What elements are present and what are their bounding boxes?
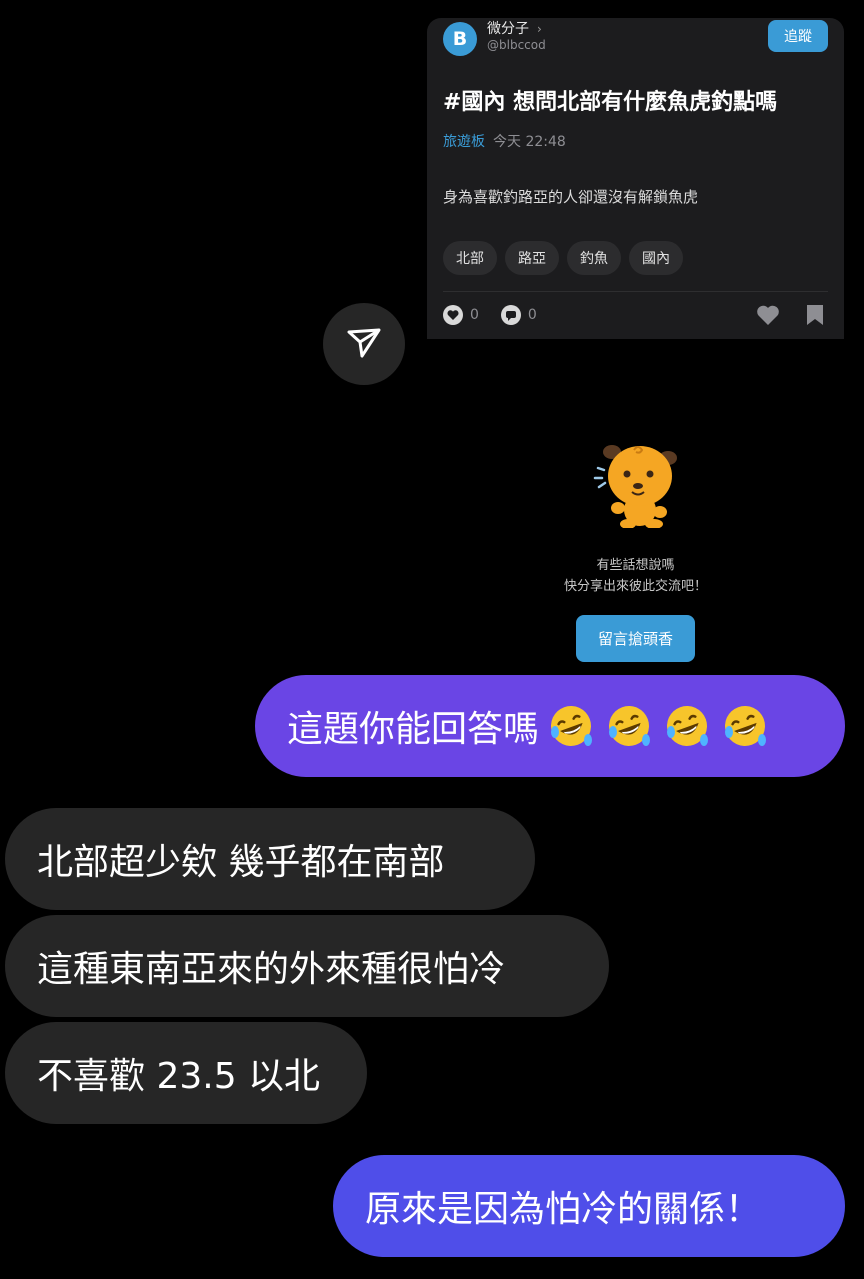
like-count: 0 xyxy=(470,307,479,323)
empty-comments: 有些話想說嗎 快分享出來彼此交流吧！ 留言搶頭香 xyxy=(427,400,844,670)
dog-mascot-icon xyxy=(593,445,677,528)
tag-list: 北部 路亞 釣魚 國內 xyxy=(443,241,683,275)
comment-circle-icon xyxy=(500,305,521,325)
first-comment-button[interactable]: 留言搶頭香 xyxy=(576,615,695,662)
like-stat: 0 xyxy=(443,305,479,325)
comment-count: 0 xyxy=(527,307,537,323)
board-link[interactable]: 旅遊板 xyxy=(443,134,485,150)
laughing-emoji-icon xyxy=(725,706,767,746)
author-avatar[interactable]: B xyxy=(443,22,477,56)
chevron-right-icon: › xyxy=(537,22,542,36)
tag-chip[interactable]: 釣魚 xyxy=(567,241,621,275)
post-actions xyxy=(756,304,824,330)
author-handle: @blbccod xyxy=(487,38,546,52)
laughing-emoji-icon xyxy=(551,706,593,746)
comment-stat: 0 xyxy=(500,305,537,325)
post-meta: 旅遊板 今天 22:48 xyxy=(443,131,566,151)
tag-chip[interactable]: 路亞 xyxy=(505,241,559,275)
heart-circle-icon xyxy=(443,305,463,325)
message-bubble-received[interactable]: 這種東南亞來的外來種很怕冷 xyxy=(5,915,609,1017)
message-text: 原來是因為怕冷的關係！ xyxy=(365,1189,762,1230)
post-title[interactable]: #國內 想問北部有什麼魚虎釣點嗎 xyxy=(443,84,777,116)
laughing-emoji-icon xyxy=(667,706,709,746)
bookmark-icon[interactable] xyxy=(806,304,824,330)
send-icon xyxy=(344,322,384,366)
empty-prompt-line2: 快分享出來彼此交流吧！ xyxy=(563,579,707,594)
heart-icon[interactable] xyxy=(756,304,780,330)
laughing-emoji-icon xyxy=(609,706,651,746)
message-text: 這種東南亞來的外來種很怕冷 xyxy=(37,949,506,990)
author-name-text: 微分子 xyxy=(487,21,529,37)
follow-button[interactable]: 追蹤 xyxy=(768,20,828,52)
message-text: 北部超少欸 幾乎都在南部 xyxy=(37,842,445,883)
tag-chip[interactable]: 北部 xyxy=(443,241,497,275)
post-body: 身為喜歡釣路亞的人卻還沒有解鎖魚虎 xyxy=(443,188,699,206)
message-bubble-sent[interactable]: 這題你能回答嗎 xyxy=(255,675,845,777)
message-bubble-received[interactable]: 北部超少欸 幾乎都在南部 xyxy=(5,808,535,910)
post-time: 今天 22:48 xyxy=(493,134,566,150)
emoji-group xyxy=(547,702,769,750)
post-stats: 0 0 xyxy=(443,305,559,325)
message-bubble-received[interactable]: 不喜歡 23.5 以北 xyxy=(5,1022,367,1124)
message-text: 不喜歡 23.5 以北 xyxy=(37,1056,321,1097)
message-text: 這題你能回答嗎 xyxy=(287,709,540,750)
share-button[interactable] xyxy=(323,303,405,385)
message-bubble-sent[interactable]: 原來是因為怕冷的關係！ xyxy=(333,1155,845,1257)
author-name[interactable]: 微分子 › xyxy=(487,18,542,38)
tag-chip[interactable]: 國內 xyxy=(629,241,683,275)
empty-prompt-line1: 有些話想說嗎 xyxy=(596,558,675,573)
shared-post-card[interactable]: B 微分子 › @blbccod 追蹤 #國內 想問北部有什麼魚虎釣點嗎 旅遊板今… xyxy=(427,18,844,339)
divider xyxy=(443,291,828,292)
